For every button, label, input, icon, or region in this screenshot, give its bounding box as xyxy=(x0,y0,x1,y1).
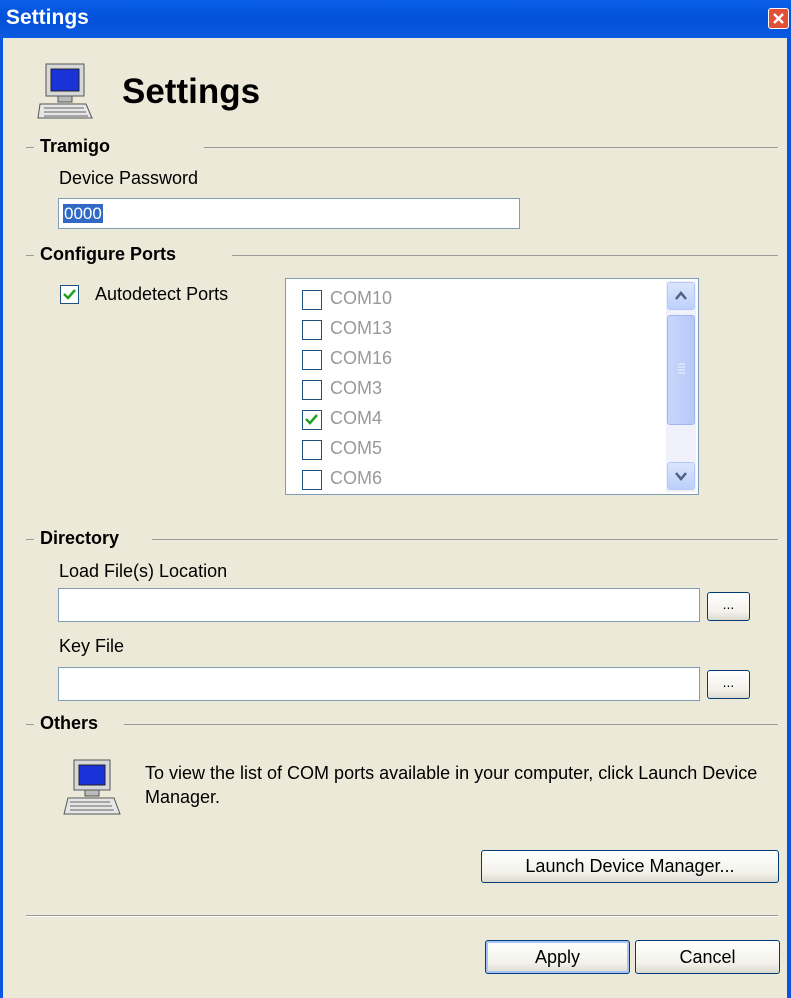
port-label: COM10 xyxy=(330,288,393,308)
chevron-down-icon xyxy=(675,472,687,481)
port-label: COM13 xyxy=(330,318,393,338)
autodetect-checkbox[interactable] xyxy=(60,285,79,304)
group-line xyxy=(232,255,778,256)
port-checkbox[interactable] xyxy=(302,290,322,310)
device-password-input[interactable]: 0000 xyxy=(58,198,520,229)
port-checkbox[interactable] xyxy=(302,470,322,490)
list-item[interactable]: COM6 xyxy=(286,463,656,493)
list-item[interactable]: COM10 xyxy=(286,283,656,313)
device-password-label: Device Password xyxy=(59,168,199,188)
browse-load-button[interactable]: ... xyxy=(707,592,750,621)
load-location-label: Load File(s) Location xyxy=(59,561,228,581)
computer-icon xyxy=(36,60,96,122)
group-ports-label: Configure Ports xyxy=(36,244,181,265)
group-dash xyxy=(26,147,34,148)
group-tramigo-label: Tramigo xyxy=(36,136,115,157)
window-border-left xyxy=(0,38,3,998)
page-title: Settings xyxy=(122,72,261,111)
list-item[interactable]: COM3 xyxy=(286,373,656,403)
port-label: COM5 xyxy=(330,438,383,458)
port-label: COM16 xyxy=(330,348,393,368)
checkmark-icon xyxy=(63,289,76,300)
group-dash xyxy=(26,255,34,256)
port-checkbox[interactable] xyxy=(302,410,322,430)
load-location-input[interactable] xyxy=(58,588,700,622)
device-password-value: 0000 xyxy=(63,204,103,223)
list-scrollbar[interactable] xyxy=(666,281,696,492)
checkmark-icon xyxy=(305,414,318,425)
group-others-label: Others xyxy=(36,713,103,734)
port-checkbox[interactable] xyxy=(302,440,322,460)
group-line xyxy=(152,539,778,540)
browse-key-button[interactable]: ... xyxy=(707,670,750,699)
port-checkbox[interactable] xyxy=(302,380,322,400)
key-file-input[interactable] xyxy=(58,667,700,701)
group-directory-label: Directory xyxy=(36,528,124,549)
scroll-down-button[interactable] xyxy=(667,462,695,490)
title-bar: Settings xyxy=(0,0,791,38)
list-item[interactable]: COM16 xyxy=(286,343,656,373)
grip-icon xyxy=(678,363,685,374)
port-label: COM3 xyxy=(330,378,383,398)
chevron-up-icon xyxy=(675,291,687,300)
window-title: Settings xyxy=(6,6,89,29)
group-line xyxy=(124,724,778,725)
computer-icon xyxy=(62,756,124,818)
autodetect-label: Autodetect Ports xyxy=(95,284,229,304)
port-checkbox[interactable] xyxy=(302,320,322,340)
group-line xyxy=(204,147,778,148)
port-label: COM6 xyxy=(330,468,383,488)
close-button[interactable] xyxy=(768,8,789,29)
com-port-list[interactable]: COM10 COM13 COM16 COM3 COM4 COM5 COM6 xyxy=(285,278,699,495)
port-checkbox[interactable] xyxy=(302,350,322,370)
list-item[interactable]: COM5 xyxy=(286,433,656,463)
list-item[interactable]: COM13 xyxy=(286,313,656,343)
launch-device-manager-button[interactable]: Launch Device Manager... xyxy=(481,850,779,883)
scroll-thumb[interactable] xyxy=(667,315,695,425)
scroll-up-button[interactable] xyxy=(667,282,695,310)
others-info-text: To view the list of COM ports available … xyxy=(145,763,758,807)
close-icon xyxy=(773,13,784,24)
port-label: COM4 xyxy=(330,408,383,428)
cancel-button[interactable]: Cancel xyxy=(635,940,780,974)
group-dash xyxy=(26,724,34,725)
group-dash xyxy=(26,539,34,540)
key-file-label: Key File xyxy=(59,636,125,656)
list-item[interactable]: COM4 xyxy=(286,403,656,433)
window-border-right xyxy=(787,38,791,998)
footer-separator-highlight xyxy=(26,916,778,917)
apply-button[interactable]: Apply xyxy=(485,940,630,974)
